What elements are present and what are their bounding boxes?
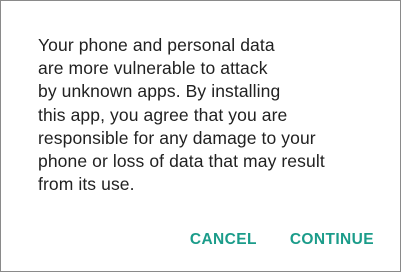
continue-button[interactable]: CONTINUE xyxy=(290,231,374,249)
unknown-apps-warning-dialog: Your phone and personal data are more vu… xyxy=(0,0,401,272)
dialog-actions: CANCEL CONTINUE xyxy=(190,231,374,249)
cancel-button[interactable]: CANCEL xyxy=(190,231,257,249)
dialog-message: Your phone and personal data are more vu… xyxy=(38,35,325,195)
